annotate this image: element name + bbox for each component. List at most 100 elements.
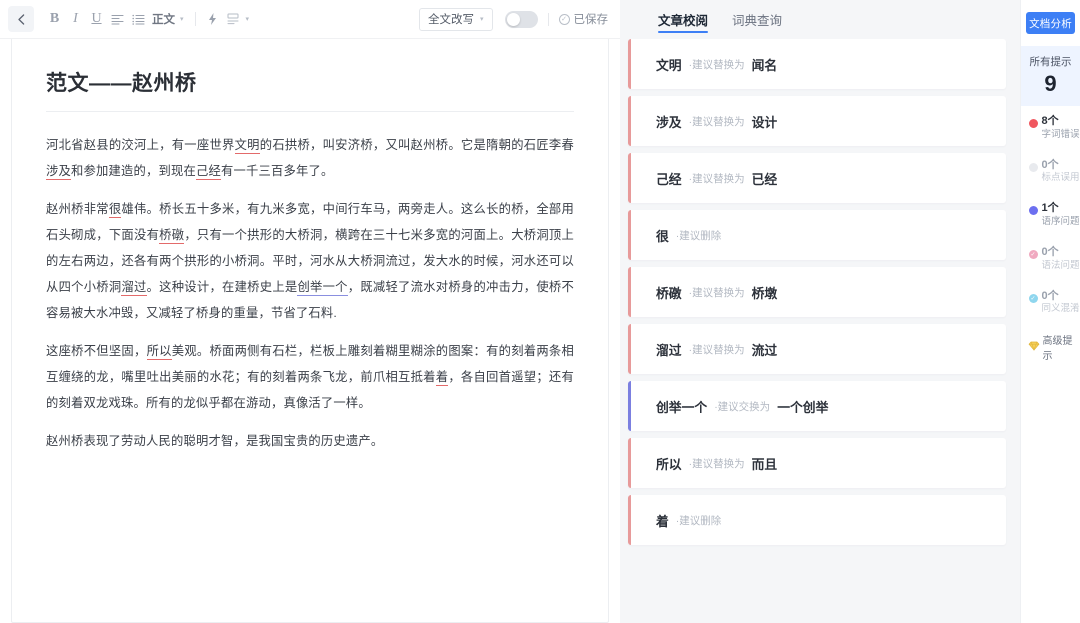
suggestion-action: ·建议替换为 (689, 114, 745, 129)
advanced-hints-button[interactable]: 高级提示 (1021, 332, 1080, 362)
suggestion-card[interactable]: 溜过 ·建议替换为流过 (628, 324, 1006, 374)
text-run: 河北省赵县的洨河上，有一座世界 (46, 138, 235, 152)
tab-dictionary[interactable]: 词典查询 (732, 0, 782, 39)
error-mark[interactable]: 着 (436, 370, 449, 386)
text-run: 这座桥不但坚固， (46, 344, 147, 358)
format-caret-icon[interactable]: ▾ (244, 15, 255, 23)
suggestion-word: 所以 (656, 454, 682, 473)
suggestion-action: ·建议替换为 (689, 342, 745, 357)
suggestion-word: 涉及 (656, 112, 682, 131)
stat-count: 0个 (1042, 246, 1080, 260)
error-mark[interactable]: 很 (109, 202, 122, 218)
suggestion-word: 文明 (656, 55, 682, 74)
rewrite-toggle[interactable] (505, 11, 538, 28)
document-analysis-button[interactable]: 文档分析 (1026, 12, 1075, 34)
error-mark[interactable]: 涉及 (46, 164, 71, 180)
stat-count: 1个 (1042, 202, 1080, 216)
error-mark[interactable]: 己经 (196, 164, 221, 180)
toolbar-divider (548, 13, 549, 26)
toolbar-separator (195, 12, 196, 26)
stat-text: 0个同义混淆 (1042, 290, 1080, 316)
bullet-list-icon[interactable] (128, 7, 149, 31)
order-mark[interactable]: 创举一个 (297, 280, 347, 296)
stat-item[interactable]: 1个语序问题 (1021, 193, 1080, 237)
suggestion-replacement: 流过 (752, 340, 778, 359)
suggestion-card[interactable]: 创举一个·建议交换为一个创举 (628, 381, 1006, 431)
stat-dot-icon (1029, 119, 1038, 128)
save-status: ✓ 已保存 (559, 11, 609, 27)
suggestion-action: ·建议替换为 (689, 57, 745, 72)
document-body[interactable]: 河北省赵县的洨河上，有一座世界文明的石拱桥，叫安济桥，又叫赵州桥。它是隋朝的石匠… (46, 132, 574, 454)
suggestion-replacement: 闻名 (752, 55, 778, 74)
stat-item[interactable]: 8个字词错误 (1021, 106, 1080, 150)
back-icon[interactable] (8, 6, 34, 32)
suggestion-word: 很 (656, 226, 669, 245)
tab-proofread[interactable]: 文章校阅 (658, 0, 708, 39)
suggestion-replacement: 桥墩 (752, 283, 778, 302)
stat-item[interactable]: ✓0个语法问题 (1021, 237, 1080, 281)
align-left-glyph (111, 14, 124, 25)
suggestion-word: 溜过 (656, 340, 682, 359)
stat-name: 语序问题 (1042, 216, 1080, 228)
paragraph-style-caret-icon[interactable]: ▾ (178, 15, 189, 23)
gem-icon (1028, 341, 1040, 354)
paragraph-style-label[interactable]: 正文 (149, 11, 178, 27)
suggestion-replacement: 而且 (752, 454, 778, 473)
format-icon[interactable] (223, 7, 244, 31)
align-left-icon[interactable] (107, 7, 128, 31)
text-run: 赵州桥表现了劳动人民的聪明才智，是我国宝贵的历史遗产。 (46, 434, 383, 448)
stat-dot-icon (1029, 206, 1038, 215)
all-hints-count: 9 (1044, 73, 1056, 95)
stat-name: 字词错误 (1042, 129, 1080, 141)
panel-tabs: 文章校阅 词典查询 (620, 0, 1020, 39)
stat-dot-icon (1029, 163, 1038, 172)
paragraph: 这座桥不但坚固，所以美观。桥面两侧有石栏，栏板上雕刻着糊里糊涂的图案：有的刻着两… (46, 338, 574, 416)
stat-text: 1个语序问题 (1042, 202, 1080, 228)
error-mark[interactable]: 文明 (235, 138, 260, 154)
suggestion-card[interactable]: 所以 ·建议替换为而且 (628, 438, 1006, 488)
check-circle-icon: ✓ (559, 14, 570, 25)
stat-item[interactable]: 0个标点误用 (1021, 150, 1080, 194)
error-mark[interactable]: 桥礅 (159, 228, 184, 244)
stat-text: 0个标点误用 (1042, 159, 1080, 185)
bullet-list-glyph (132, 14, 145, 25)
underline-button[interactable]: U (86, 7, 107, 31)
suggestion-card[interactable]: 着·建议删除 (628, 495, 1006, 545)
stat-count: 0个 (1042, 290, 1080, 304)
document-scroll-area: 范文——赵州桥 河北省赵县的洨河上，有一座世界文明的石拱桥，叫安济桥，又叫赵州桥… (0, 39, 620, 623)
suggestion-card[interactable]: 己经·建议替换为已经 (628, 153, 1006, 203)
italic-button[interactable]: I (65, 7, 86, 31)
stats-sidebar: 文档分析 所有提示 9 8个字词错误0个标点误用1个语序问题✓0个语法问题✓0个… (1020, 0, 1080, 623)
stat-dot-icon: ✓ (1029, 250, 1038, 259)
document-paper[interactable]: 范文——赵州桥 河北省赵县的洨河上，有一座世界文明的石拱桥，叫安济桥，又叫赵州桥… (11, 39, 609, 623)
stat-item[interactable]: ✓0个同义混淆 (1021, 281, 1080, 325)
suggestion-action: ·建议替换为 (689, 456, 745, 471)
suggestion-card[interactable]: 桥礅·建议替换为桥墩 (628, 267, 1006, 317)
suggestion-card[interactable]: 很 ·建议删除 (628, 210, 1006, 260)
error-mark[interactable]: 所以 (147, 344, 172, 360)
suggestion-action: ·建议删除 (676, 228, 722, 243)
format-glyph (227, 13, 239, 25)
stat-count: 8个 (1042, 115, 1080, 129)
suggestion-card[interactable]: 涉及 ·建议替换为设计 (628, 96, 1006, 146)
lightning-icon[interactable] (202, 7, 223, 31)
suggestion-word: 桥礅 (656, 283, 682, 302)
suggestion-word: 着 (656, 511, 669, 530)
rewrite-dropdown-label: 全文改写 (428, 11, 474, 27)
editor-column: B I U 正文 (0, 0, 620, 623)
save-status-label: 已保存 (574, 11, 609, 27)
text-run: 和参加建造的，到现在 (71, 164, 196, 178)
chevron-down-icon: ▾ (480, 15, 484, 23)
all-hints-summary[interactable]: 所有提示 9 (1021, 46, 1080, 106)
text-run: 的石拱桥，叫安济桥，又叫赵州桥。它是隋朝的石匠李春 (260, 138, 574, 152)
rewrite-dropdown[interactable]: 全文改写 ▾ (419, 8, 493, 31)
toggle-knob (507, 13, 520, 26)
error-mark[interactable]: 溜过 (121, 280, 146, 296)
text-run: 。这种设计，在建桥史上是 (147, 280, 298, 294)
suggestion-action: ·建议替换为 (689, 171, 745, 186)
chevron-left-glyph (17, 14, 26, 25)
bold-button[interactable]: B (44, 7, 65, 31)
suggestion-card[interactable]: 文明 ·建议替换为闻名 (628, 39, 1006, 89)
lightning-glyph (208, 13, 217, 25)
suggestion-replacement: 设计 (752, 112, 778, 131)
